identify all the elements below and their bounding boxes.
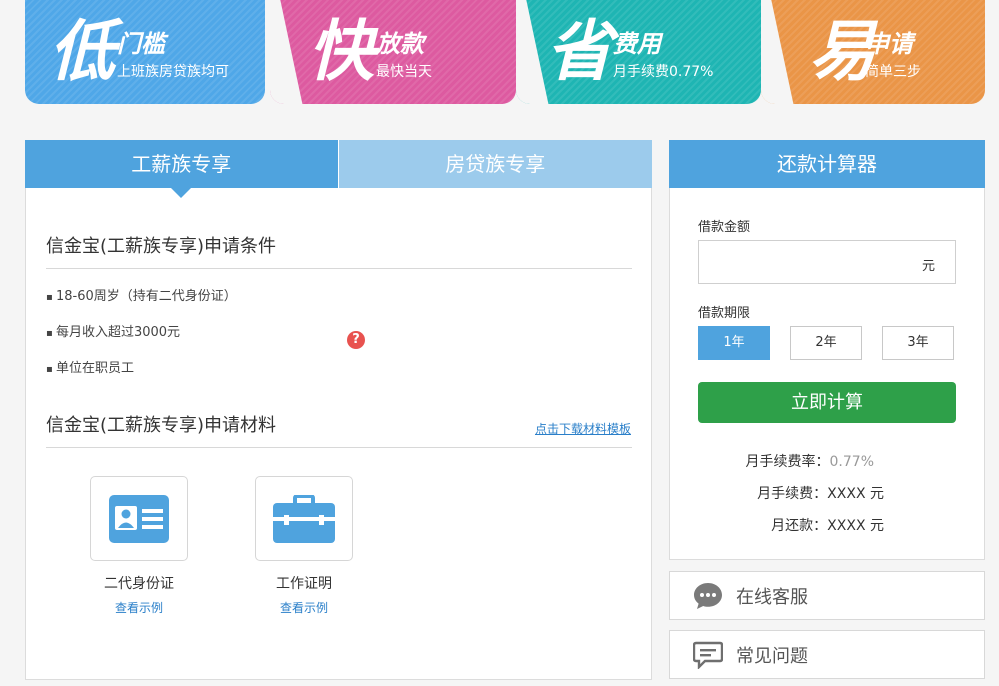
doc-label: 二代身份证: [104, 576, 174, 592]
banner-save-fees: 省 费用 月手续费0.77%: [516, 0, 761, 104]
monthly-fee-row: 月手续费：XXXX 元: [757, 483, 884, 503]
product-panel: 工薪族专享 房贷族专享 信金宝(工薪族专享)申请条件 18-60周岁（持有二代身…: [25, 140, 652, 680]
monthly-fee-label: 月手续费：: [757, 486, 828, 502]
amount-unit: 元: [921, 259, 935, 274]
condition-item: 每月收入超过3000元: [46, 321, 180, 340]
condition-item: 18-60周岁（持有二代身份证）: [46, 285, 237, 304]
banner-subtitle: 上班族房贷族均可: [117, 64, 229, 80]
monthly-fee-value: XXXX 元: [827, 486, 884, 502]
monthly-rate-label: 月手续费率：: [745, 454, 830, 470]
feature-banners: 低 门槛 上班族房贷族均可 快 放款 最快当天 省 费用 月手续费0.77% 易…: [25, 0, 985, 104]
download-template-link[interactable]: 点击下载材料模板: [535, 420, 631, 437]
doc-label: 工作证明: [276, 576, 332, 592]
repayment-calculator: 还款计算器 借款金额 元 借款期限 1年 2年 3年 立即计算 月手续费率：0.…: [669, 140, 985, 560]
banner-subtitle: 月手续费0.77%: [613, 64, 714, 80]
term-label: 借款期限: [698, 306, 751, 321]
online-service-link[interactable]: 在线客服: [669, 571, 985, 620]
banner-title: 放款: [376, 30, 424, 58]
briefcase-icon: [273, 494, 335, 543]
doc-id-card-box[interactable]: [90, 476, 188, 561]
banner-big-char: 省: [546, 12, 612, 90]
term-2-year-button[interactable]: 2年: [790, 326, 862, 360]
chat-bubble-icon: [692, 580, 724, 612]
faq-message-icon: [692, 639, 724, 671]
monthly-rate-row: 月手续费率：0.77%: [746, 451, 874, 471]
calculate-button[interactable]: 立即计算: [698, 382, 956, 423]
doc-id-card: 二代身份证 查看示例: [90, 476, 188, 616]
banner-title: 申请: [865, 30, 913, 58]
monthly-repayment-label: 月还款：: [771, 518, 828, 534]
banner-easy-apply: 易 申请 简单三步: [761, 0, 985, 104]
banner-low-threshold: 低 门槛 上班族房贷族均可: [25, 0, 265, 104]
tab-salaried[interactable]: 工薪族专享: [25, 140, 338, 198]
doc-employment-proof-box[interactable]: [255, 476, 353, 561]
faq-label: 常见问题: [736, 645, 808, 667]
view-example-link[interactable]: 查看示例: [90, 599, 188, 616]
monthly-repayment-value: XXXX 元: [827, 518, 884, 534]
view-example-link[interactable]: 查看示例: [255, 599, 353, 616]
banner-fast-loan: 快 放款 最快当天: [270, 0, 516, 104]
banner-title: 门槛: [117, 30, 165, 58]
amount-field[interactable]: 元: [698, 240, 956, 284]
conditions-heading: 信金宝(工薪族专享)申请条件: [46, 232, 632, 269]
banner-big-char: 快: [308, 12, 374, 90]
tab-mortgage[interactable]: 房贷族专享: [338, 140, 652, 188]
amount-label: 借款金额: [698, 220, 751, 235]
online-service-label: 在线客服: [736, 586, 808, 608]
term-1-year-button[interactable]: 1年: [698, 326, 770, 360]
id-card-icon: [109, 494, 169, 543]
calculator-title: 还款计算器: [669, 140, 985, 188]
banner-subtitle: 最快当天: [376, 64, 432, 80]
product-tabs: 工薪族专享 房贷族专享: [25, 140, 652, 198]
faq-link[interactable]: 常见问题: [669, 630, 985, 679]
banner-big-char: 低: [49, 12, 115, 90]
banner-title: 费用: [613, 30, 661, 58]
doc-employment-proof: 工作证明 查看示例: [255, 476, 353, 616]
amount-input[interactable]: [699, 241, 899, 283]
condition-item: 单位在职员工: [46, 357, 134, 376]
help-icon[interactable]: ?: [347, 331, 365, 349]
monthly-repayment-row: 月还款：XXXX 元: [771, 515, 884, 535]
term-3-year-button[interactable]: 3年: [882, 326, 954, 360]
monthly-rate-value: 0.77%: [829, 454, 874, 470]
banner-subtitle: 简单三步: [865, 64, 921, 80]
